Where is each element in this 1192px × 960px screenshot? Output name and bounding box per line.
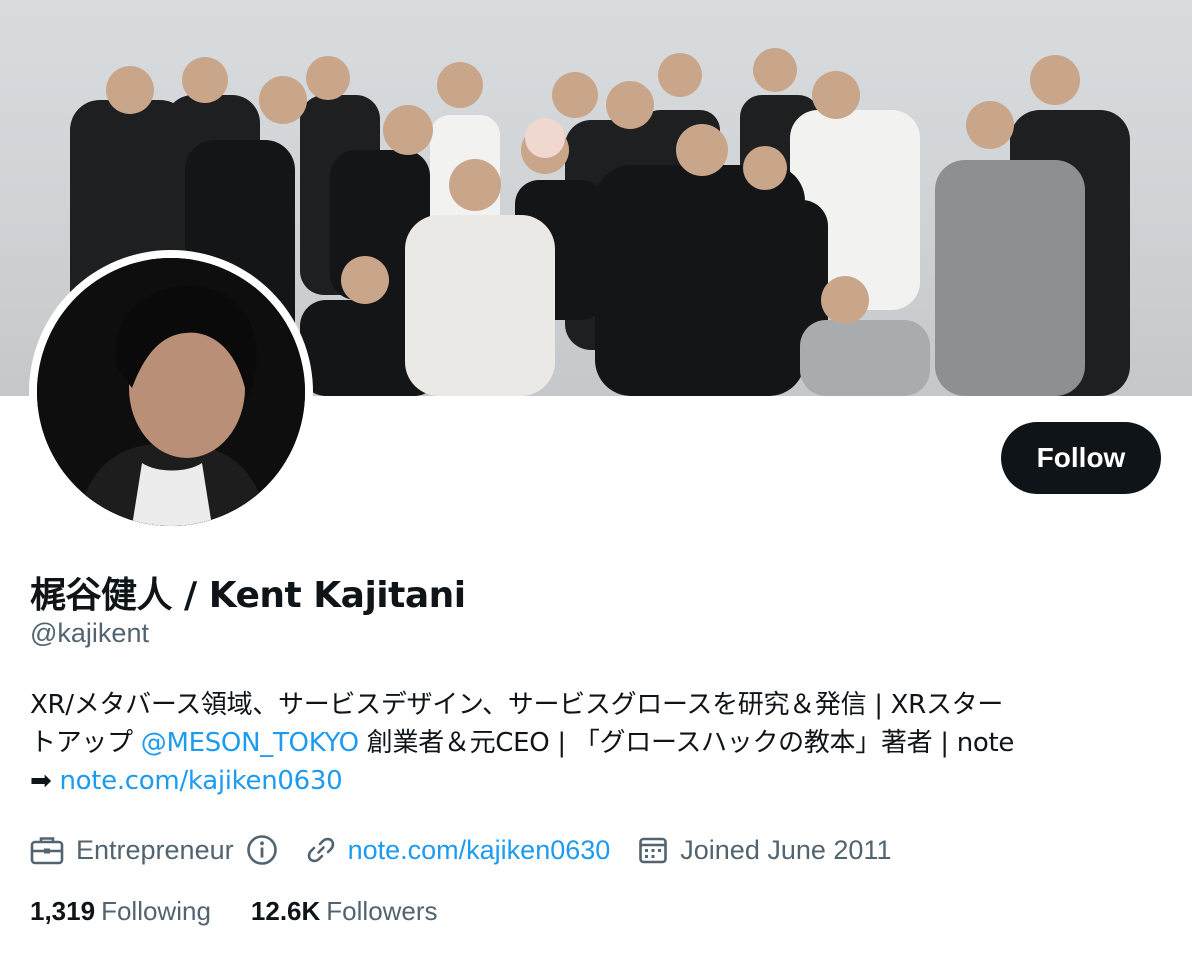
profession-category: Entrepreneur xyxy=(30,834,278,866)
bio-url-link[interactable]: note.com/kajiken0630 xyxy=(59,766,342,796)
avatar-portrait-illustration xyxy=(37,258,305,526)
follow-button[interactable]: Follow xyxy=(1001,422,1161,494)
user-handle: @kajikent xyxy=(30,618,149,648)
avatar[interactable] xyxy=(37,258,305,526)
profile-bio: XR/メタバース領域、サービスデザイン、サービスグロースを研究＆発信 | XRス… xyxy=(30,686,1160,800)
following-label: Following xyxy=(101,896,211,926)
display-name: 梶谷健人 / Kent Kajitani xyxy=(30,575,466,616)
bio-text: トアップ xyxy=(30,728,141,758)
bio-line-2: トアップ @MESON_TOKYO 創業者＆元CEO | 「グロースハックの教本… xyxy=(30,724,1160,762)
following-link[interactable]: 1,319 Following xyxy=(30,896,211,927)
arrow-icon: ➡ xyxy=(30,766,52,796)
briefcase-icon xyxy=(30,837,64,865)
followers-label: Followers xyxy=(326,896,438,926)
mention-link[interactable]: @MESON_TOKYO xyxy=(141,728,359,758)
joined-date-label: Joined June 2011 xyxy=(680,834,892,865)
followers-count: 12.6K xyxy=(250,896,321,926)
website-link[interactable]: note.com/kajiken0630 xyxy=(348,835,611,866)
profile-meta-row: Entrepreneur note.com/kajiken0630 Joined… xyxy=(30,830,919,870)
joined-date-item: Joined June 2011 xyxy=(638,835,891,866)
website-item: note.com/kajiken0630 xyxy=(306,835,611,866)
bio-line-1: XR/メタバース領域、サービスデザイン、サービスグロースを研究＆発信 | XRス… xyxy=(30,690,1004,720)
info-icon[interactable] xyxy=(246,834,278,866)
bio-line-3: ➡ note.com/kajiken0630 xyxy=(30,762,1160,800)
calendar-icon xyxy=(639,837,668,864)
followers-link[interactable]: 12.6K Followers xyxy=(251,896,438,927)
profession-label: Entrepreneur xyxy=(76,834,234,865)
link-icon xyxy=(307,837,334,863)
follow-stats: 1,319 Following 12.6K Followers xyxy=(30,896,478,927)
following-count: 1,319 xyxy=(30,896,96,926)
bio-text: 創業者＆元CEO | 「グロースハックの教本」著者 | note xyxy=(358,728,1015,758)
